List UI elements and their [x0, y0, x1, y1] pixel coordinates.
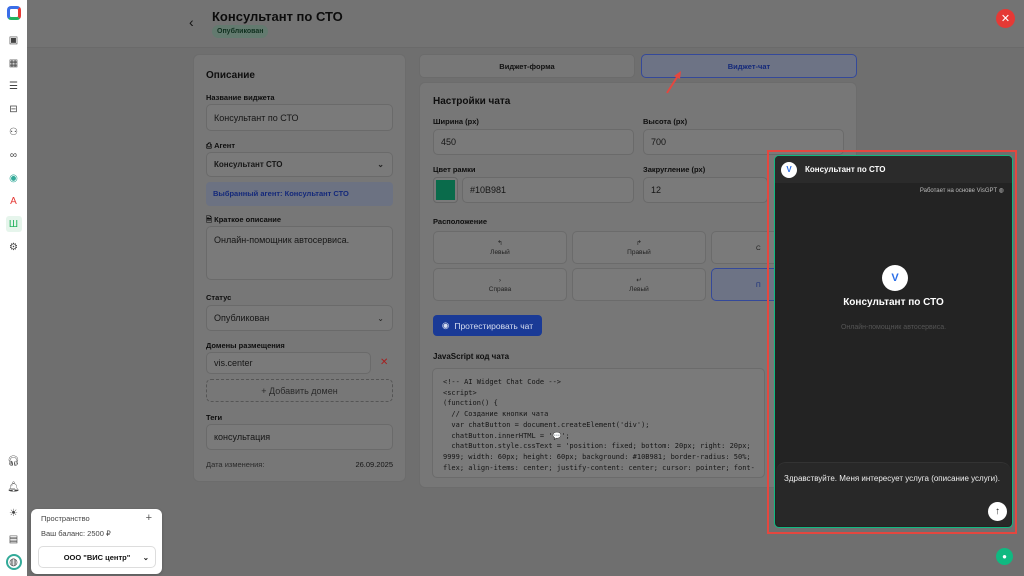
domains-label: Домены размещения	[206, 341, 285, 350]
sidebar: ▣ ▦ ☰ ⊟ ⚇ ∞ ◉ A Ш ⚙ 🎧︎ 🔔︎ ☀ ▤ ◍	[0, 0, 27, 576]
option-label: Справа	[488, 285, 512, 293]
eye-icon: ◉	[441, 320, 450, 330]
space-label: Пространство	[41, 514, 90, 523]
position-option[interactable]: ↱ Правый	[572, 231, 706, 264]
radius-input[interactable]: 12	[643, 177, 768, 203]
code-label: JavaScript код чата	[433, 352, 510, 361]
space-popup: Пространство + Ваш баланс: 2500 ₽ ООО "В…	[31, 509, 162, 574]
option-label: С	[756, 245, 761, 252]
section-title: Настройки чата	[433, 96, 511, 107]
tab-widget-form[interactable]: Виджет-форма	[419, 54, 635, 78]
chat-launcher-icon[interactable]: ●	[996, 548, 1013, 565]
back-button[interactable]: ‹	[189, 14, 194, 30]
option-label: Правый	[627, 249, 651, 256]
widget-icon[interactable]: Ш	[5, 216, 22, 232]
settings-icon[interactable]: ⚙	[6, 239, 22, 255]
width-input[interactable]: 450	[433, 129, 634, 155]
message-input[interactable]: Здравствуйте. Меня интересует услуга (оп…	[776, 462, 1011, 526]
name-label: Название виджета	[206, 93, 275, 102]
infinity-icon[interactable]: ∞	[6, 147, 22, 163]
logo-icon: V	[781, 161, 797, 178]
status-value: Опубликован	[214, 313, 270, 323]
logo-icon[interactable]	[6, 6, 21, 20]
chevron-down-icon: ⌄	[377, 160, 384, 169]
height-label: Высота (px)	[643, 117, 688, 126]
tags-label: Теги	[206, 413, 223, 422]
sun-icon[interactable]: ☀	[6, 505, 22, 521]
domain-input[interactable]: vis.center	[206, 352, 371, 374]
short-description-textarea[interactable]: Онлайн-помощник автосервиса.	[206, 226, 393, 280]
headset-icon[interactable]: 🎧︎	[6, 453, 22, 469]
color-label: Цвет рамки	[433, 165, 476, 174]
users-icon[interactable]: ⚇	[6, 124, 22, 140]
document-icon[interactable]: ▤	[6, 531, 22, 547]
agent-label: ⎙ Агент	[206, 141, 236, 150]
list-icon[interactable]: ☰	[6, 78, 22, 94]
agent-value: Консультант СТО	[214, 160, 283, 169]
avatar-icon[interactable]: ◍	[5, 554, 22, 570]
apps-icon[interactable]: ◉	[6, 170, 22, 186]
font-icon[interactable]: A	[6, 193, 22, 209]
message-text: Здравствуйте. Меня интересует услуга (оп…	[784, 474, 1000, 483]
header: ‹ Консультант по СТО Опубликован	[27, 0, 1024, 48]
add-domain-button[interactable]: + Добавить домен	[206, 379, 393, 402]
arrow-icon: ↱	[636, 240, 642, 247]
tags-input[interactable]: консультация	[206, 424, 393, 450]
position-option[interactable]: ↰ Левый	[433, 231, 567, 264]
robot-icon[interactable]: ⊟	[6, 101, 22, 117]
color-input[interactable]: #10B981	[462, 177, 634, 203]
page-title: Консультант по СТО	[212, 9, 343, 24]
position-option[interactable]: › Справа	[433, 268, 567, 301]
chat-title: Консультант по СТО	[805, 165, 886, 174]
arrow-icon: ↰	[497, 240, 503, 247]
modified-date: 26.09.2025	[355, 460, 393, 469]
test-chat-button[interactable]: ◉ Протестировать чат	[433, 315, 542, 336]
bot-title: Консультант по СТО	[843, 297, 944, 308]
chat-preview: V Консультант по СТО Работает на основе V…	[774, 155, 1013, 528]
table-icon[interactable]: ▦	[6, 55, 22, 71]
radius-label: Закругление (px)	[643, 165, 706, 174]
org-select[interactable]: ООО "ВИС центр" ⌄	[38, 546, 156, 568]
send-button[interactable]: ↑	[988, 502, 1007, 521]
dashboard-icon[interactable]: ▣	[6, 32, 22, 48]
widget-name-input[interactable]: Консультант по СТО	[206, 104, 393, 131]
bot-avatar: V	[882, 265, 908, 291]
agent-select[interactable]: Консультант СТО ⌄	[206, 152, 393, 177]
powered-text: Работает на основе VisGPT	[919, 188, 998, 194]
agent-label-text: Агент	[214, 141, 236, 150]
short-label-text: Краткое описание	[214, 215, 282, 224]
code-block[interactable]: <!-- AI Widget Chat Code --> <script> (f…	[432, 368, 765, 478]
org-name: ООО "ВИС центр"	[63, 552, 131, 562]
status-select[interactable]: Опубликован ⌄	[206, 305, 393, 331]
position-option[interactable]: ↵ Левый	[572, 268, 706, 301]
close-button[interactable]: ✕	[996, 9, 1015, 28]
section-title: Описание	[206, 70, 255, 81]
width-label: Ширина (px)	[433, 117, 479, 126]
arrow-icon: ›	[498, 276, 502, 284]
option-label: П	[756, 282, 761, 289]
visgpt-icon: ◍	[998, 188, 1004, 194]
position-label: Расположение	[433, 217, 488, 226]
color-picker[interactable]	[433, 177, 458, 203]
modified-label: Дата изменения:	[206, 460, 265, 469]
status-badge: Опубликован	[212, 25, 269, 38]
balance: Ваш баланс: 2500 ₽	[41, 529, 111, 538]
option-label: Левый	[629, 286, 649, 293]
add-space-icon[interactable]: +	[146, 512, 152, 524]
agent-note: Выбранный агент: Консультант СТО	[206, 182, 393, 206]
status-label: Статус	[206, 293, 232, 302]
remove-domain-icon[interactable]: ✕	[380, 357, 388, 368]
bell-icon[interactable]: 🔔︎	[6, 479, 22, 495]
chevron-down-icon: ⌄	[142, 552, 149, 562]
test-chat-label: Протестировать чат	[454, 320, 534, 331]
chevron-down-icon: ⌄	[377, 313, 384, 323]
powered-by: Работает на основе VisGPT ◍	[775, 183, 1012, 198]
arrow-icon: ↵	[636, 277, 642, 284]
description-card: Описание Название виджета Консультант по…	[193, 54, 406, 482]
annotation-arrow-icon	[666, 71, 681, 94]
bot-subtitle: Онлайн-помощник автосервиса.	[840, 324, 947, 331]
option-label: Левый	[490, 249, 510, 256]
chat-header: V Консультант по СТО	[775, 156, 1012, 183]
